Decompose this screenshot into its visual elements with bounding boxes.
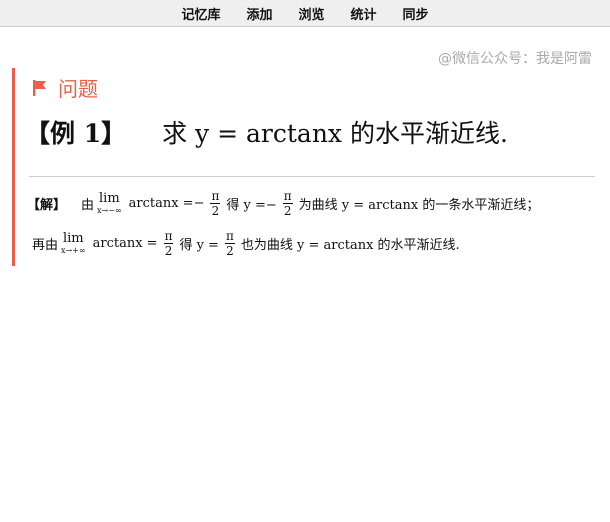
question-card: 问题 【例 1】 求 y = arctanx 的水平渐近线. 【解】 由 lim…: [12, 68, 600, 266]
limit-expression: lim x→+∞: [61, 232, 86, 255]
nav-item-stats[interactable]: 统计: [351, 4, 377, 23]
solution-2-pre: 再由: [32, 238, 59, 253]
top-nav-bar: 记忆库 添加 浏览 统计 同步: [0, 0, 610, 27]
fraction: π 2: [210, 189, 221, 218]
fraction-numerator: π: [210, 189, 221, 204]
fraction-denominator: 2: [283, 204, 292, 218]
lim-word: lim: [62, 231, 84, 246]
question-title: 问题: [58, 77, 98, 101]
solution-line-2: 再由 lim x→+∞ arctanx = π 2 得 y = π 2 也为曲线…: [29, 230, 463, 257]
lim-subscript: x→+∞: [61, 246, 86, 255]
lim-word: lim: [99, 191, 120, 206]
flag-icon: [33, 79, 46, 96]
fraction: π 2: [282, 189, 293, 218]
nav-item-add[interactable]: 添加: [246, 4, 272, 23]
example-tag: 【例 1】: [25, 119, 127, 148]
fraction: π 2: [224, 229, 235, 258]
lim-subscript: x→−∞: [97, 206, 122, 215]
fraction-denominator: 2: [226, 244, 234, 258]
divider: [29, 176, 595, 177]
problem-text: 求 y = arctanx 的水平渐近线.: [162, 119, 508, 148]
nav-item-browse[interactable]: 浏览: [298, 4, 324, 23]
solution-1-mid: 得 y =−: [226, 198, 277, 213]
fraction-denominator: 2: [211, 204, 220, 218]
solution-tag: 【解】: [27, 198, 67, 213]
problem-statement: 【例 1】 求 y = arctanx 的水平渐近线.: [25, 114, 508, 150]
solution-2-mid: 得 y =: [179, 238, 219, 253]
solution-1-post: 为曲线 y = arctanx 的一条水平渐近线；: [298, 198, 540, 213]
solution-2-post: 也为曲线 y = arctanx 的水平渐近线.: [240, 238, 460, 253]
fraction-numerator: π: [282, 189, 293, 204]
limit-expression: lim x→−∞: [97, 192, 122, 215]
watermark-text: @微信公众号：我是阿雷: [438, 51, 592, 67]
fraction-numerator: π: [224, 229, 235, 244]
nav-item-memory-bank[interactable]: 记忆库: [181, 4, 220, 23]
solution-1-pre: 由: [81, 198, 95, 213]
fraction: π 2: [163, 229, 174, 258]
fraction-denominator: 2: [164, 244, 173, 258]
fraction-numerator: π: [163, 229, 174, 244]
solution-line-1: 【解】 由 lim x→−∞ arctanx =− π 2 得 y =− π 2…: [27, 190, 542, 217]
question-header: 问题: [31, 73, 98, 102]
solution-2-expr: arctanx =: [92, 236, 158, 251]
nav-item-sync[interactable]: 同步: [403, 4, 429, 23]
solution-1-expr: arctanx =−: [128, 196, 205, 211]
